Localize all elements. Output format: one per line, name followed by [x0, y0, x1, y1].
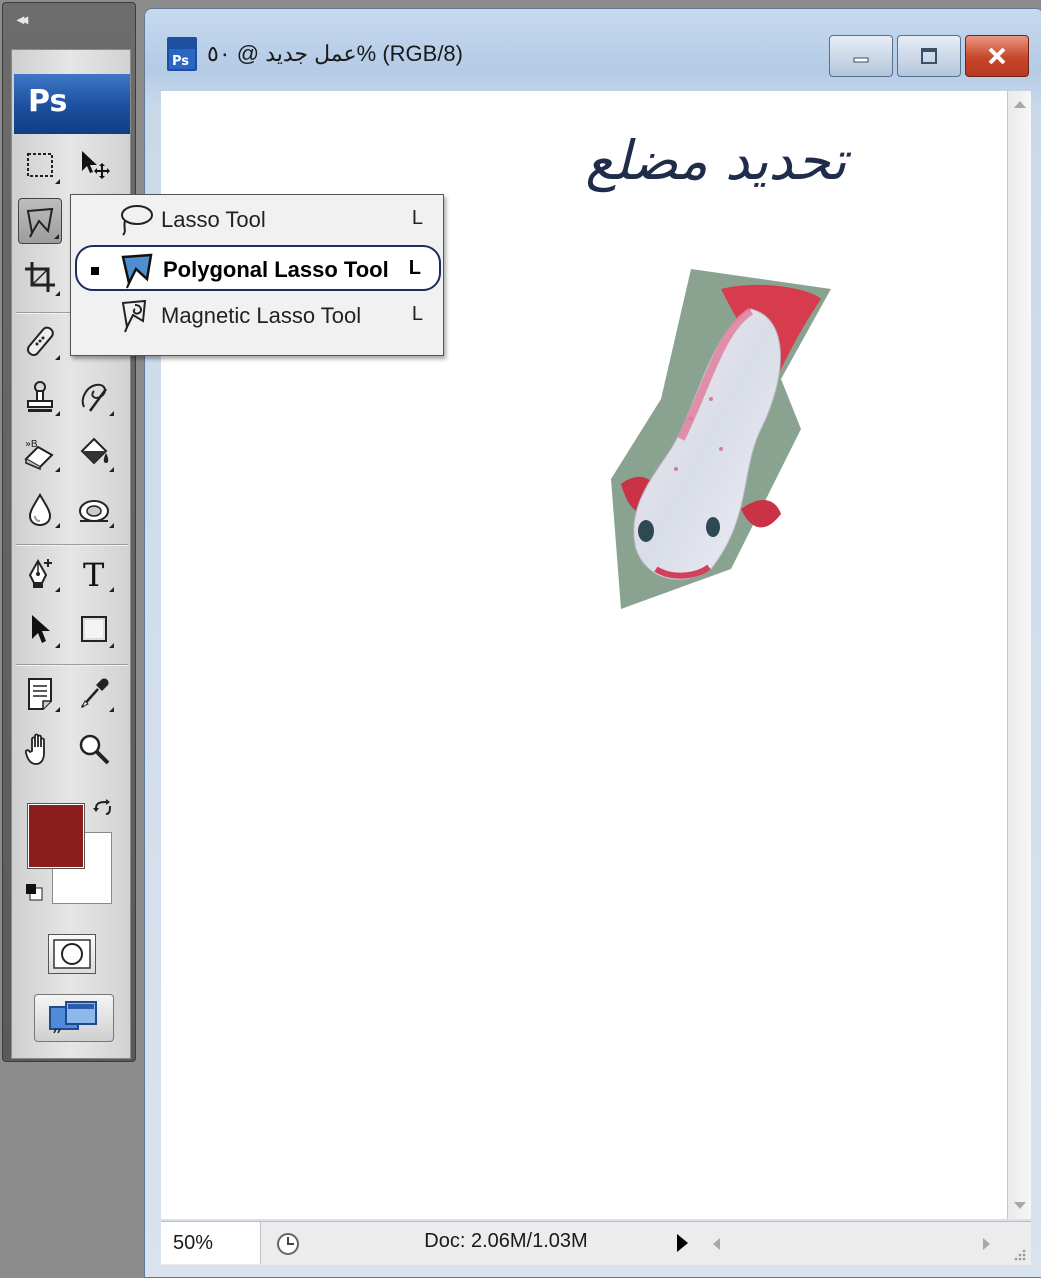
default-colors-icon[interactable]	[24, 882, 44, 902]
menu-item-shortcut: L	[408, 257, 421, 279]
quick-mask-icon	[53, 939, 91, 969]
tools-panel: ◂◂ Ps »B T	[2, 2, 136, 1062]
dodge-icon	[79, 500, 109, 522]
healing-brush-icon	[26, 326, 54, 357]
screen-mode-icon	[49, 1001, 97, 1034]
path-selection-icon	[32, 615, 50, 643]
menu-item-label: Magnetic Lasso Tool	[161, 303, 362, 328]
notes-icon	[28, 678, 52, 710]
scroll-down-arrow-icon[interactable]	[1014, 1202, 1026, 1209]
path-selection-tool[interactable]	[18, 606, 62, 652]
paint-bucket-icon	[80, 437, 109, 465]
info-clock-icon	[277, 1233, 299, 1255]
type-icon: T	[83, 556, 105, 591]
menu-item-label: Lasso Tool	[161, 207, 266, 232]
minimize-button[interactable]	[829, 35, 893, 77]
rectangular-marquee-tool[interactable]	[18, 142, 62, 188]
svg-text:T: T	[83, 556, 105, 591]
close-icon	[988, 47, 1006, 65]
vertical-scrollbar[interactable]	[1007, 91, 1031, 1219]
scroll-right-arrow-icon[interactable]	[983, 1238, 990, 1250]
clone-stamp-tool[interactable]	[18, 374, 62, 420]
photoshop-document-icon: Ps	[167, 37, 197, 71]
menu-item-magnetic-lasso-tool[interactable]: Magnetic Lasso Tool L	[75, 293, 441, 339]
lasso-icon	[121, 205, 153, 236]
rectangle-tool[interactable]	[72, 606, 116, 652]
scroll-up-arrow-icon[interactable]	[1014, 101, 1026, 108]
quick-mask-button[interactable]	[48, 934, 96, 974]
status-menu-arrow-icon[interactable]	[677, 1234, 688, 1252]
eyedropper-icon	[80, 678, 109, 709]
pen-tool[interactable]	[18, 550, 62, 596]
fish-image	[611, 269, 831, 609]
move-icon	[82, 151, 110, 179]
collapse-panel-button[interactable]: ◂◂	[17, 11, 28, 28]
notes-tool[interactable]	[18, 670, 62, 716]
crop-tool[interactable]	[18, 254, 62, 300]
menu-item-shortcut: L	[411, 303, 423, 325]
blur-icon	[28, 493, 52, 527]
scroll-left-arrow-icon[interactable]	[713, 1238, 720, 1250]
photoshop-logo: Ps	[14, 74, 130, 134]
svg-text:Ps: Ps	[172, 54, 189, 69]
rectangle-icon	[81, 616, 107, 642]
status-info-button[interactable]	[271, 1228, 305, 1260]
selected-indicator	[91, 267, 99, 275]
selected-indicator	[89, 217, 97, 225]
history-brush-icon	[81, 383, 108, 412]
status-bar: 50% Doc: 2.06M/1.03M	[161, 1221, 1031, 1265]
swap-colors-icon[interactable]	[92, 798, 114, 820]
polygonal-lasso-icon	[121, 253, 153, 289]
magnetic-lasso-icon	[121, 299, 147, 333]
zoom-tool[interactable]	[72, 726, 116, 772]
type-tool[interactable]: T	[72, 550, 116, 596]
menu-item-lasso-tool[interactable]: Lasso Tool L	[75, 197, 441, 243]
menu-item-shortcut: L	[411, 207, 423, 229]
document-size-info: Doc: 2.06M/1.03M	[424, 1230, 588, 1252]
dodge-tool[interactable]	[72, 486, 116, 532]
menu-item-label: Polygonal Lasso Tool	[163, 257, 389, 282]
crop-icon	[25, 262, 55, 292]
paint-bucket-tool[interactable]	[72, 430, 116, 476]
clone-stamp-icon	[27, 381, 53, 412]
history-brush-tool[interactable]	[72, 374, 116, 420]
menu-item-polygonal-lasso-tool[interactable]: Polygonal Lasso Tool L	[75, 245, 441, 291]
lasso-tool-flyout-menu: Lasso Tool L Polygonal Lasso Tool L Magn…	[70, 194, 444, 356]
selected-indicator	[89, 313, 97, 321]
hand-icon	[24, 733, 45, 765]
screen-mode-button[interactable]	[34, 994, 114, 1042]
eyedropper-tool[interactable]	[72, 670, 116, 716]
lasso-tool-group[interactable]	[18, 198, 62, 244]
close-button[interactable]	[965, 35, 1029, 77]
pen-icon	[28, 558, 52, 588]
svg-text:»B: »B	[25, 439, 38, 450]
healing-brush-tool[interactable]	[18, 318, 62, 364]
zoom-icon	[79, 734, 110, 765]
canvas-heading-text: تحديد مضلع	[585, 129, 847, 192]
hand-tool[interactable]	[18, 726, 62, 772]
blur-tool[interactable]	[18, 486, 62, 532]
zoom-level-field[interactable]: 50%	[161, 1222, 261, 1264]
marquee-icon	[27, 153, 53, 177]
eraser-icon: »B	[24, 439, 54, 471]
foreground-color-swatch[interactable]	[27, 803, 85, 869]
maximize-icon	[921, 48, 937, 64]
eraser-tool[interactable]: »B	[18, 430, 62, 476]
polygonal-lasso-icon	[26, 207, 54, 238]
document-title: عمل جديد @ ٥٠% (RGB/8)	[207, 41, 463, 66]
maximize-button[interactable]	[897, 35, 961, 77]
move-tool[interactable]	[72, 142, 116, 188]
minimize-icon	[853, 57, 869, 63]
resize-grip-icon[interactable]	[1011, 1246, 1027, 1262]
